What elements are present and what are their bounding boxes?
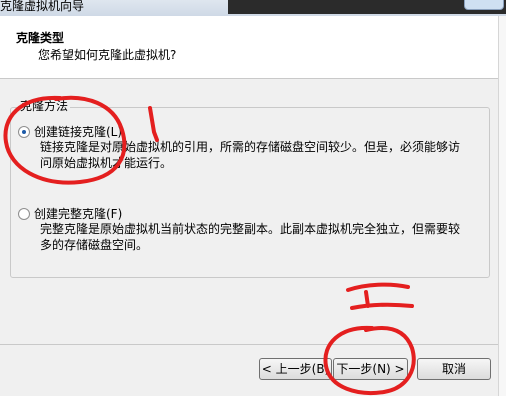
option-description: 链接克隆是对原始虚拟机的引用，所需的存储磁盘空间较少。但是，必须能够访问原始虚拟… [40,140,461,170]
page-subtitle: 您希望如何克隆此虚拟机? [38,48,177,62]
wizard-header: 克隆类型 您希望如何克隆此虚拟机? [0,16,506,79]
option-label[interactable]: 创建完整克隆(F) [34,205,122,222]
window-right-edge [498,16,506,396]
title-bar: 克隆虚拟机向导 [0,0,506,16]
radio-linked-clone[interactable] [18,126,30,138]
option-description: 完整克隆是原始虚拟机当前状态的完整副本。此副本虚拟机完全独立，但需要较多的存储磁… [40,222,461,252]
back-button[interactable]: < 上一步(B) [259,358,332,380]
close-icon[interactable] [464,0,504,10]
footer-divider [0,344,498,345]
annotation-mark-2 [346,282,414,310]
option-label[interactable]: 创建链接克隆(L) [34,123,122,140]
next-button[interactable]: 下一步(N) > [333,358,408,380]
group-legend: 克隆方法 [18,97,71,114]
page-title: 克隆类型 [16,31,65,45]
cancel-button[interactable]: 取消 [417,358,491,380]
radio-full-clone[interactable] [18,208,30,220]
window-title: 克隆虚拟机向导 [0,0,85,13]
